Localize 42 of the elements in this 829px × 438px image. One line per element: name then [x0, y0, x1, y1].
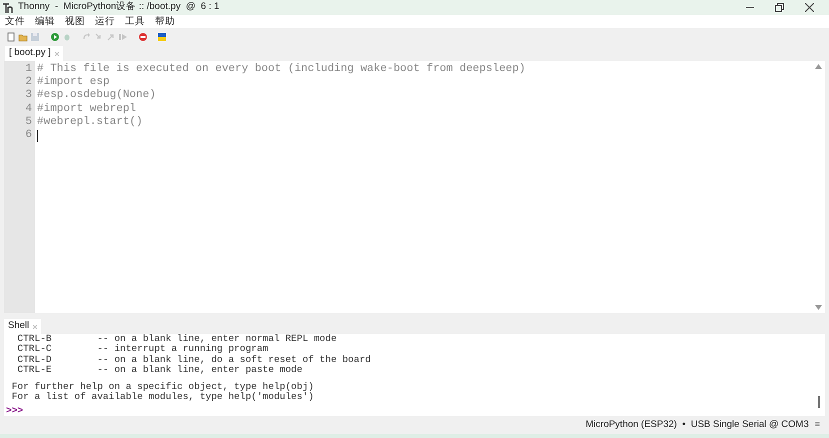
new-file-icon[interactable] [6, 32, 16, 42]
menu-item[interactable]: 运行 [95, 16, 115, 28]
tab[interactable]: Shell [4, 319, 42, 334]
shell-output-line: For further help on a specific object, type help(obj) [10, 382, 315, 392]
code-comment: # This file is executed on every boot (including wake-boot from deepsleep) [37, 63, 526, 76]
close-icon[interactable] [805, 3, 814, 12]
code-comment: #import webrepl [37, 102, 136, 116]
menu-item[interactable]: 视图 [65, 16, 85, 28]
text-cursor [37, 130, 38, 142]
menu-item[interactable]: 文件 [5, 16, 25, 28]
line-number: 5 [24, 116, 32, 130]
shell-output-line: CTRL-B -- on a blank line, enter normal REPL mode [16, 334, 338, 344]
line-number: 6 [24, 129, 32, 142]
app-logo-icon [3, 2, 13, 12]
code-comment: #esp.osdebug(None) [37, 89, 156, 103]
minimize-icon[interactable] [746, 6, 754, 8]
status-text[interactable]: MicroPython (ESP32) • USB Single Serial @ COM3 [586, 418, 809, 432]
code-comment: #import esp [37, 76, 110, 89]
menu-item[interactable]: 编辑 [35, 16, 55, 28]
code-comment: #webrepl.start() [37, 116, 143, 129]
tab[interactable]: [ boot.py ] [5, 46, 63, 61]
restore-icon[interactable] [775, 3, 784, 12]
shell-prompt[interactable]: >>> [6, 404, 24, 416]
line-number: 2 [24, 76, 32, 90]
status-menu-glyph[interactable]: ≡ [814, 418, 820, 432]
shell-output-line: CTRL-E -- on a blank line, enter paste mode [16, 364, 304, 376]
shell-output-line: For a list of available modules, type help('modules') [10, 392, 315, 403]
line-number: 1 [24, 63, 32, 76]
line-number: 3 [24, 89, 32, 103]
stop-icon[interactable] [138, 32, 148, 42]
window-title: Thonny - MicroPython设备 :: /boot.py @ 6 : 1 [18, 0, 220, 14]
shell-output-line: CTRL-C -- interrupt a running program [16, 344, 270, 355]
scrollbar-thumb[interactable] [818, 396, 820, 408]
line-number: 4 [24, 102, 32, 116]
play-icon[interactable] [50, 32, 60, 42]
flag-icon[interactable] [157, 32, 167, 42]
scroll-up-icon[interactable] [815, 64, 822, 69]
scroll-down-icon[interactable] [815, 305, 822, 310]
shell-output-line: CTRL-D -- on a blank line, do a soft reset of the board [16, 354, 372, 365]
menu-item[interactable]: 工具 [125, 16, 145, 28]
menu-item[interactable]: 帮助 [155, 16, 175, 28]
folder-icon[interactable] [18, 32, 28, 42]
